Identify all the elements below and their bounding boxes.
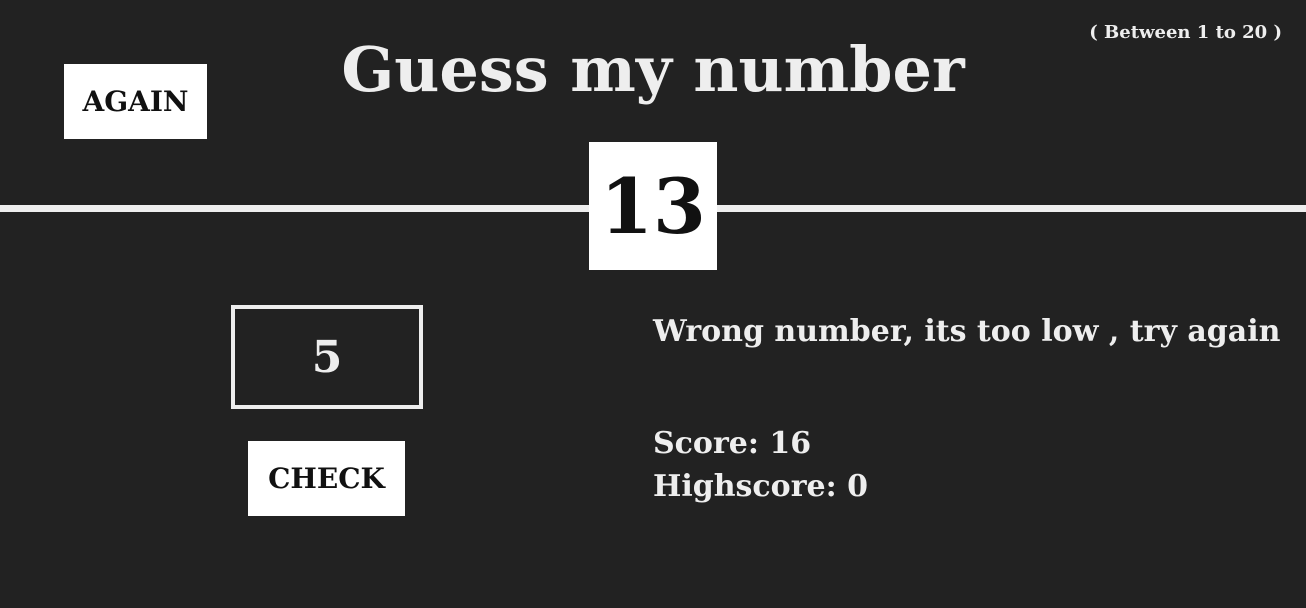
score-label: Score: (653, 426, 759, 461)
secret-number: 13 (600, 161, 706, 251)
check-button[interactable]: CHECK (248, 441, 405, 516)
score-display: Score: 16 (653, 426, 811, 461)
highscore-value: 0 (847, 469, 868, 504)
secret-number-box: 13 (589, 142, 717, 270)
score-value: 16 (769, 426, 812, 461)
page-title: Guess my number (341, 33, 965, 106)
highscore-display: Highscore: 0 (653, 469, 868, 504)
guess-input[interactable] (231, 305, 423, 409)
status-message: Wrong number, its too low , try again (653, 314, 1281, 349)
highscore-label: Highscore: (653, 469, 837, 504)
